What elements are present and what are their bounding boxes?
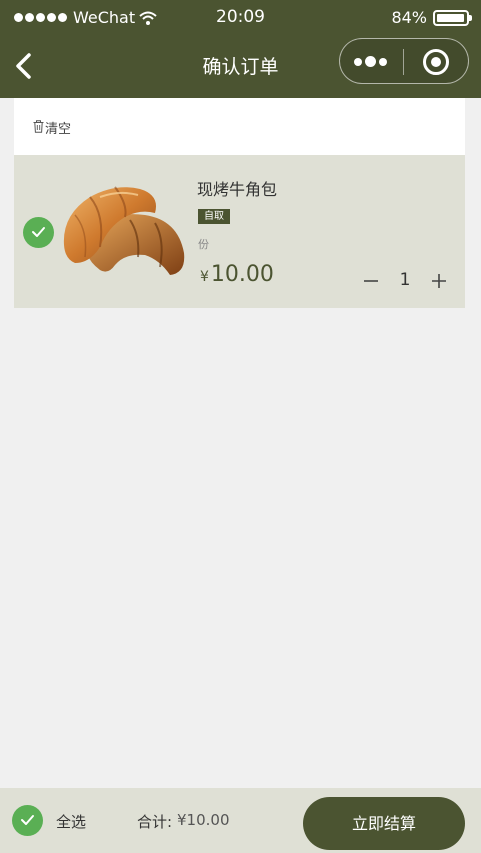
item-unit: 份 <box>198 238 209 251</box>
clear-cart-bar: 清空 <box>14 98 465 155</box>
total-label: 合计: <box>137 813 173 831</box>
battery-percent: 84% <box>391 8 427 27</box>
check-icon <box>32 227 45 237</box>
quantity-value[interactable]: 1 <box>390 270 420 290</box>
checkout-bar: 全选 合计: ¥10.00 立即结算 <box>0 788 481 853</box>
navigation-bar: 确认订单 <box>0 36 481 98</box>
quantity-stepper: 1 <box>356 266 454 296</box>
battery-icon <box>433 9 472 26</box>
decrease-button[interactable] <box>356 266 386 296</box>
minus-icon <box>364 280 378 282</box>
cart-item: 现烤牛角包 自取 份 ¥10.00 1 <box>14 155 465 308</box>
checkout-button[interactable]: 立即结算 <box>303 797 465 850</box>
header: WeChat 20:09 84% 确认订单 <box>0 0 481 98</box>
item-price: ¥10.00 <box>200 262 274 287</box>
plus-icon <box>432 274 446 288</box>
mini-program-capsule <box>339 38 469 84</box>
select-all-checkbox[interactable] <box>12 805 43 836</box>
select-all-label[interactable]: 全选 <box>56 811 86 832</box>
more-icon[interactable] <box>354 56 387 67</box>
close-icon[interactable] <box>423 49 449 75</box>
price-amount: 10.00 <box>210 262 274 287</box>
pickup-tag: 自取 <box>198 209 230 224</box>
status-bar: WeChat 20:09 84% <box>0 0 481 36</box>
croissant-image <box>63 186 185 275</box>
currency-symbol: ¥ <box>200 269 209 285</box>
clear-button[interactable]: 清空 <box>45 118 71 137</box>
check-icon <box>21 815 34 825</box>
capsule-divider <box>403 49 404 75</box>
trash-icon[interactable] <box>33 120 44 133</box>
item-checkbox[interactable] <box>23 217 54 248</box>
item-name: 现烤牛角包 <box>197 180 278 199</box>
increase-button[interactable] <box>424 266 454 296</box>
total-value: ¥10.00 <box>177 811 230 829</box>
